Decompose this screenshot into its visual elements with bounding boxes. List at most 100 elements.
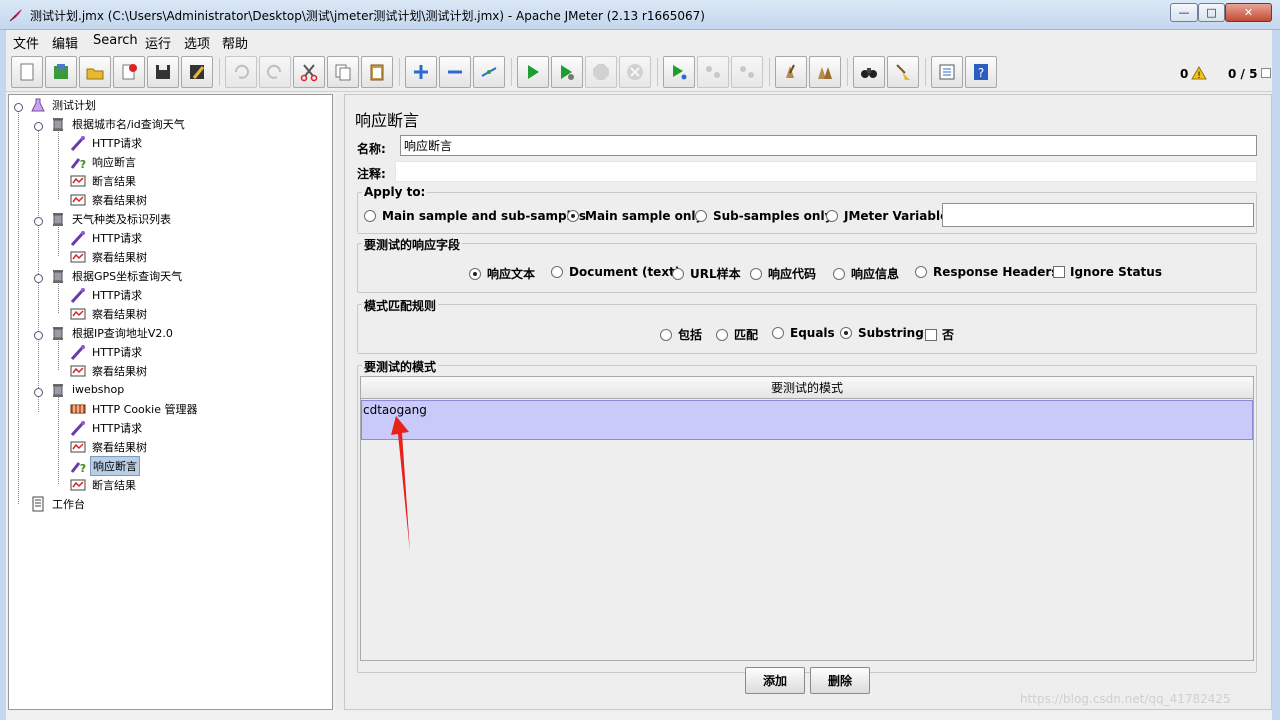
radio-main-only[interactable]: Main sample only xyxy=(567,209,703,223)
save-as-button[interactable] xyxy=(181,56,213,88)
maximize-button[interactable]: □ xyxy=(1198,3,1225,22)
minimize-button[interactable]: — xyxy=(1170,3,1198,22)
tree-item-thread-group[interactable]: 根据GPS坐标查询天气 xyxy=(49,266,184,285)
save-button[interactable] xyxy=(147,56,179,88)
start-button[interactable] xyxy=(517,56,549,88)
option-label: Substring xyxy=(858,326,924,340)
tree-expand-handle[interactable] xyxy=(14,103,23,112)
tree-connector xyxy=(18,107,19,504)
tree-item-listener[interactable]: 断言结果 xyxy=(69,475,138,494)
menu-search[interactable]: Search xyxy=(93,33,138,48)
search-button[interactable] xyxy=(853,56,885,88)
radio-url-sample[interactable]: URL样本 xyxy=(672,265,741,282)
radio-contains[interactable]: 包括 xyxy=(660,326,702,343)
tree-item-listener[interactable]: 察看结果树 xyxy=(69,361,149,380)
tree-item-http-sampler[interactable]: HTTP请求 xyxy=(69,342,144,361)
jmeter-variable-input[interactable] xyxy=(942,203,1254,227)
tree-item-http-sampler[interactable]: HTTP请求 xyxy=(69,133,144,152)
cookie-manager-icon xyxy=(69,400,87,418)
checkbox-not[interactable]: 否 xyxy=(925,326,954,343)
warning-icon[interactable]: ! xyxy=(1191,66,1207,80)
tree-item-test-plan[interactable]: 测试计划 xyxy=(29,95,98,114)
paste-button[interactable] xyxy=(361,56,393,88)
tree-item-thread-group[interactable]: 天气种类及标识列表 xyxy=(49,209,173,228)
menu-file[interactable]: 文件 xyxy=(13,33,39,52)
tree-item-workbench[interactable]: 工作台 xyxy=(29,494,87,513)
test-plan-tree: 测试计划 根据城市名/id查询天气 HTTP请求 ? 响应断言 断言结果 察看结… xyxy=(8,94,333,710)
close-file-icon xyxy=(122,64,137,80)
pattern-rules-group: 模式匹配规则 包括 匹配 Equals Substring 否 xyxy=(357,297,1257,354)
remote-shutdown-button[interactable] xyxy=(731,56,763,88)
radio-document-text[interactable]: Document (text) xyxy=(551,265,680,279)
remote-stop-button[interactable] xyxy=(697,56,729,88)
open-button[interactable] xyxy=(79,56,111,88)
clear-button[interactable] xyxy=(775,56,807,88)
menu-run[interactable]: 运行 xyxy=(145,33,171,52)
comment-input[interactable] xyxy=(395,161,1257,182)
tree-item-listener[interactable]: 察看结果树 xyxy=(69,304,149,323)
radio-button-selected-icon xyxy=(840,327,852,339)
radio-response-message[interactable]: 响应信息 xyxy=(833,265,899,282)
copy-button[interactable] xyxy=(327,56,359,88)
tree-item-http-sampler[interactable]: HTTP请求 xyxy=(69,418,144,437)
templates-button[interactable] xyxy=(45,56,77,88)
tree-expand-handle[interactable] xyxy=(34,331,43,340)
new-button[interactable] xyxy=(11,56,43,88)
collapse-all-button[interactable] xyxy=(439,56,471,88)
clear-all-button[interactable] xyxy=(809,56,841,88)
tree-item-cookie-manager[interactable]: HTTP Cookie 管理器 xyxy=(69,399,199,418)
radio-main-and-sub[interactable]: Main sample and sub-samples xyxy=(364,209,586,223)
radio-button-icon xyxy=(716,328,728,341)
add-button[interactable]: 添加 xyxy=(745,667,805,694)
split-pane-divider[interactable] xyxy=(336,94,344,710)
name-input[interactable] xyxy=(400,135,1257,156)
tree-expand-handle[interactable] xyxy=(34,122,43,131)
svg-text:?: ? xyxy=(978,66,984,80)
start-no-pause-button[interactable] xyxy=(551,56,583,88)
tree-item-thread-group[interactable]: 根据城市名/id查询天气 xyxy=(49,114,187,133)
radio-equals[interactable]: Equals xyxy=(772,326,835,340)
shutdown-button[interactable] xyxy=(619,56,651,88)
save-icon xyxy=(156,65,170,79)
help-button[interactable]: ? xyxy=(965,56,997,88)
radio-matches[interactable]: 匹配 xyxy=(716,326,758,343)
tree-item-listener[interactable]: 断言结果 xyxy=(69,171,138,190)
tree-item-listener[interactable]: 察看结果树 xyxy=(69,437,149,456)
cut-button[interactable] xyxy=(293,56,325,88)
delete-button[interactable]: 删除 xyxy=(810,667,870,694)
tree-expand-handle[interactable] xyxy=(34,217,43,226)
stop-button[interactable] xyxy=(585,56,617,88)
tree-expand-handle[interactable] xyxy=(34,388,43,397)
tree-item-listener[interactable]: 察看结果树 xyxy=(69,247,149,266)
menu-options[interactable]: 选项 xyxy=(184,33,210,52)
radio-response-headers[interactable]: Response Headers xyxy=(915,265,1058,279)
tree-item-thread-group[interactable]: iwebshop xyxy=(49,380,126,399)
menu-help[interactable]: 帮助 xyxy=(222,33,248,52)
close-window-button[interactable]: ✕ xyxy=(1225,3,1272,22)
radio-response-text[interactable]: 响应文本 xyxy=(469,265,535,282)
error-count: 0 xyxy=(1180,67,1189,81)
checkbox-ignore-status[interactable]: Ignore Status xyxy=(1053,265,1162,279)
tree-expand-handle[interactable] xyxy=(34,274,43,283)
table-row[interactable]: cdtaogang xyxy=(361,400,1253,440)
toggle-button[interactable] xyxy=(473,56,505,88)
tree-item-http-sampler[interactable]: HTTP请求 xyxy=(69,285,144,304)
menu-edit[interactable]: 编辑 xyxy=(52,33,78,52)
redo-button[interactable] xyxy=(259,56,291,88)
tree-item-listener[interactable]: 察看结果树 xyxy=(69,190,149,209)
option-label: 匹配 xyxy=(734,328,759,342)
radio-jmeter-variable[interactable]: JMeter Variable xyxy=(826,209,948,223)
undo-button[interactable] xyxy=(225,56,257,88)
tree-item-assertion-selected[interactable]: ? 响应断言 xyxy=(69,455,140,476)
reset-search-button[interactable] xyxy=(887,56,919,88)
radio-substring[interactable]: Substring xyxy=(840,326,924,340)
tree-item-http-sampler[interactable]: HTTP请求 xyxy=(69,228,144,247)
tree-item-assertion[interactable]: ? 响应断言 xyxy=(69,152,138,171)
remote-start-button[interactable] xyxy=(663,56,695,88)
radio-response-code[interactable]: 响应代码 xyxy=(750,265,816,282)
close-file-button[interactable] xyxy=(113,56,145,88)
radio-sub-only[interactable]: Sub-samples only xyxy=(695,209,832,223)
function-helper-button[interactable] xyxy=(931,56,963,88)
expand-all-button[interactable] xyxy=(405,56,437,88)
tree-item-thread-group[interactable]: 根据IP查询地址V2.0 xyxy=(49,323,175,342)
